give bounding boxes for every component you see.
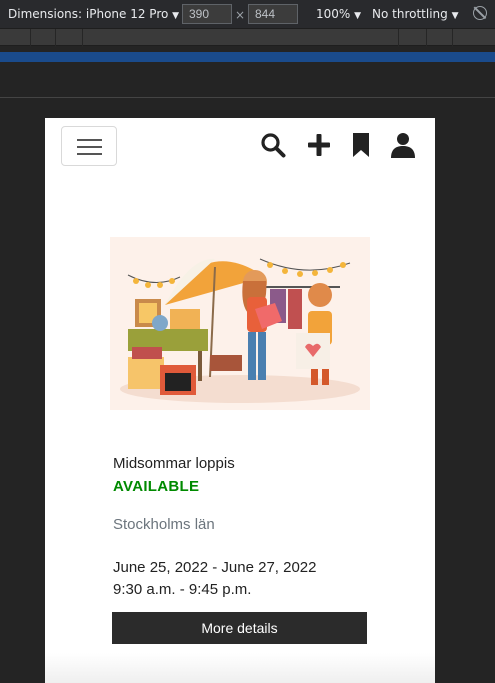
zoom-select[interactable]: 100% ▼: [316, 7, 361, 21]
width-input[interactable]: [182, 4, 232, 24]
device-viewport: Midsommar loppis AVAILABLE Stockholms lä…: [45, 118, 435, 683]
event-times: 9:30 a.m. - 9:45 p.m.: [113, 581, 252, 598]
throttling-label: No throttling: [372, 7, 448, 21]
media-query-bar[interactable]: [0, 52, 495, 62]
status-badge: AVAILABLE: [113, 478, 200, 495]
caret-down-icon: ▼: [172, 11, 180, 21]
event-dates: June 25, 2022 - June 27, 2022: [113, 559, 317, 576]
device-label: Dimensions: iPhone 12 Pro: [8, 7, 169, 21]
user-icon[interactable]: [390, 132, 416, 158]
times-sign: ×: [235, 8, 246, 22]
bookmark-icon[interactable]: [348, 132, 374, 158]
rotate-icon[interactable]: [473, 6, 487, 20]
caret-down-icon: ▼: [451, 11, 459, 21]
hamburger-menu-icon[interactable]: [61, 126, 117, 166]
height-input[interactable]: [248, 4, 298, 24]
more-details-button[interactable]: More details: [112, 612, 367, 644]
throttling-select[interactable]: No throttling ▼: [372, 7, 459, 21]
ruler-divider: [0, 97, 495, 98]
plus-icon[interactable]: [306, 132, 332, 158]
zoom-label: 100%: [316, 7, 351, 21]
devtools-device-toolbar: Dimensions: iPhone 12 Pro ▼ × 100% ▼ No …: [0, 0, 495, 28]
search-icon[interactable]: [260, 132, 286, 158]
device-select[interactable]: Dimensions: iPhone 12 Pro ▼: [8, 7, 179, 21]
event-title: Midsommar loppis: [113, 455, 235, 472]
caret-down-icon: ▼: [354, 11, 362, 21]
media-query-ruler[interactable]: [0, 28, 495, 47]
navbar: [45, 118, 435, 174]
event-region: Stockholms län: [113, 516, 215, 533]
next-card-edge: [45, 653, 435, 683]
flea-market-illustration: [110, 237, 370, 410]
